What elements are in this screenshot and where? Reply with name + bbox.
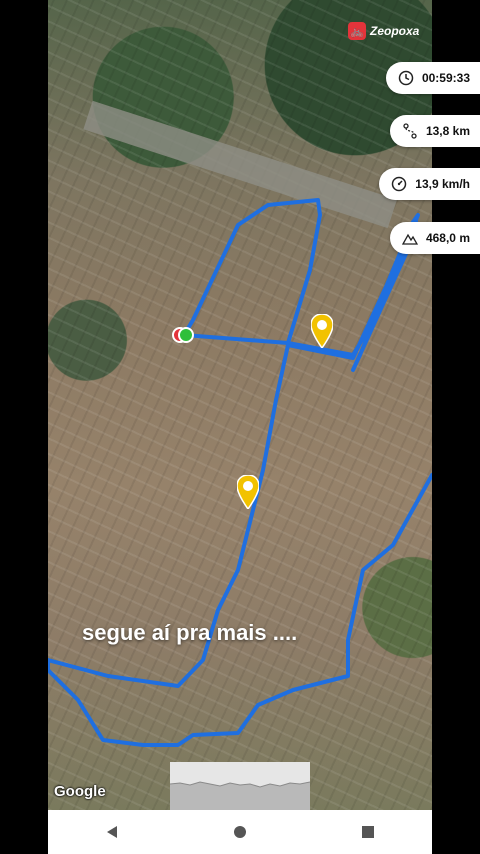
stat-value: 13,9 km/h — [415, 177, 470, 191]
elevation-profile-graph — [170, 781, 310, 810]
system-nav-bar — [48, 810, 432, 854]
stat-value: 13,8 km — [425, 124, 470, 138]
stat-duration: 00:59:33 — [385, 62, 480, 94]
route-overlay — [48, 198, 432, 747]
map-attribution: Google — [54, 783, 106, 800]
map-view[interactable] — [48, 0, 432, 810]
photo-pin-icon[interactable] — [237, 475, 259, 509]
back-icon[interactable] — [92, 812, 132, 852]
elevation-profile[interactable] — [170, 762, 310, 810]
stat-value: 468,0 m — [425, 231, 470, 245]
recents-icon[interactable] — [348, 812, 388, 852]
app-name: Zeopoxa — [370, 24, 420, 38]
bike-icon: 🚲 — [348, 22, 366, 40]
speedometer-icon — [391, 176, 407, 192]
stat-distance: 13,8 km — [389, 115, 480, 147]
route-line-segment — [182, 333, 290, 345]
stat-value: 00:59:33 — [421, 71, 470, 85]
clock-icon — [398, 70, 414, 86]
mountain-icon — [401, 230, 418, 246]
stat-speed: 13,9 km/h — [379, 168, 480, 200]
route-icon — [402, 123, 418, 139]
app-logo: 🚲 Zeopoxa — [348, 22, 419, 40]
route-line — [48, 198, 432, 747]
video-caption: segue aí pra mais .... — [82, 620, 298, 645]
photo-pin-icon[interactable] — [311, 314, 333, 348]
home-icon[interactable] — [220, 812, 260, 852]
stat-elevation: 468,0 m — [389, 222, 480, 254]
start-marker[interactable] — [178, 327, 194, 343]
